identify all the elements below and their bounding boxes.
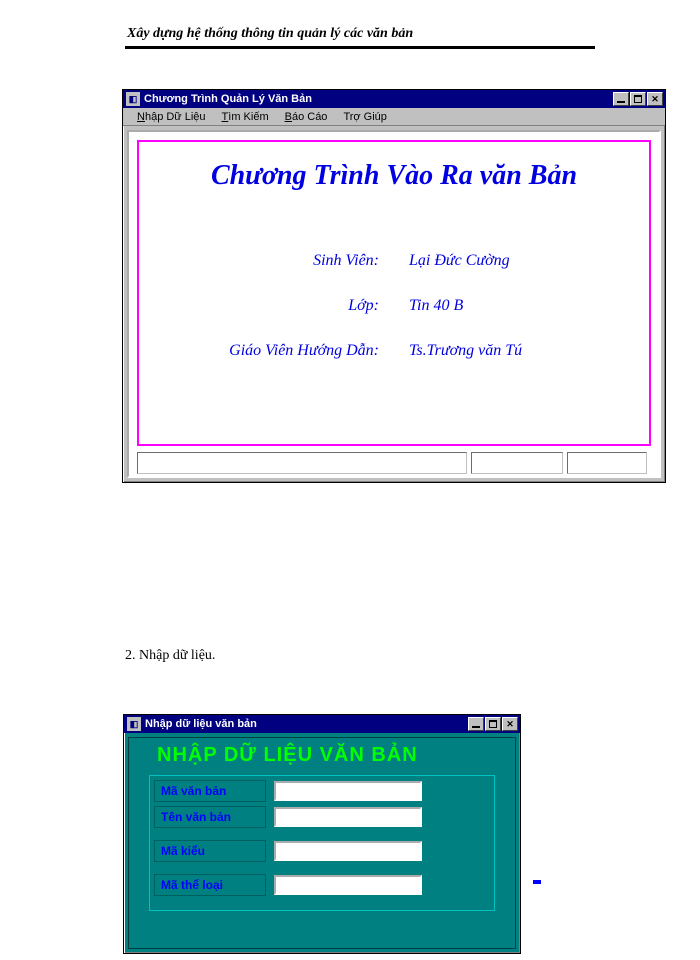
code-input[interactable]: [274, 781, 422, 801]
form-row-code: Mã văn bản: [150, 780, 494, 802]
menu-label: hập Dữ Liệu: [145, 111, 206, 123]
section-heading: 2. Nhập dữ liệu.: [125, 648, 215, 664]
window-title: Nhập dữ liệu văn bản: [145, 718, 467, 730]
student-value: Lại Đức Cường: [409, 252, 510, 270]
class-label: Lớp:: [179, 297, 379, 315]
student-label: Sinh Viên:: [179, 252, 379, 270]
name-input[interactable]: [274, 807, 422, 827]
app-icon: ◧: [127, 717, 141, 731]
type-input[interactable]: [274, 841, 422, 861]
category-input[interactable]: [274, 875, 422, 895]
menu-tim-kiem[interactable]: Tìm Kiếm: [214, 111, 277, 123]
client-area: Chương Trình Vào Ra văn Bản Sinh Viên: L…: [127, 130, 661, 478]
teacher-value: Ts.Trương văn Tú: [409, 342, 522, 360]
close-icon: ✕: [651, 94, 659, 105]
main-app-window: ◧ Chương Trình Quản Lý Văn Bản ✕ Nhập Dữ…: [122, 89, 666, 483]
form-row-name: Tên văn bản: [150, 806, 494, 828]
menu-label: ìm Kiếm: [228, 111, 268, 123]
menu-tro-giup[interactable]: Trợ Giúp: [335, 111, 394, 123]
status-segment-1: [137, 452, 467, 474]
type-label: Mã kiểu: [154, 840, 266, 862]
data-entry-window: ◧ Nhập dữ liệu văn bản ✕ NHẬP DỮ LIỆU VĂ…: [123, 714, 521, 954]
minimize-button[interactable]: [613, 92, 629, 106]
close-button[interactable]: ✕: [647, 92, 663, 106]
banner-title: Chương Trình Vào Ra văn Bản: [139, 160, 649, 192]
menu-label: Trợ Giúp: [343, 111, 386, 123]
menu-bao-cao[interactable]: Báo Cáo: [277, 111, 336, 123]
client-area: NHẬP DỮ LIỆU VĂN BẢN Mã văn bản Tên văn …: [128, 737, 516, 949]
minimize-icon: [472, 726, 480, 728]
form-heading: NHẬP DỮ LIỆU VĂN BẢN: [129, 738, 515, 771]
maximize-icon: [489, 720, 497, 728]
menu-label: áo Cáo: [292, 111, 327, 123]
maximize-button[interactable]: [630, 92, 646, 106]
class-value: Tin 40 B: [409, 297, 463, 315]
form-panel: Mã văn bản Tên văn bản Mã kiểu Mã thể lo…: [149, 775, 495, 911]
name-label: Tên văn bản: [154, 806, 266, 828]
app-icon: ◧: [126, 92, 140, 106]
window-title: Chương Trình Quản Lý Văn Bản: [144, 93, 612, 105]
code-label: Mã văn bản: [154, 780, 266, 802]
cursor-mark: [533, 880, 541, 884]
header-divider: [125, 46, 595, 49]
close-button[interactable]: ✕: [502, 717, 518, 731]
teacher-label: Giáo Viên Hướng Dẫn:: [179, 342, 379, 360]
menu-nhap-du-lieu[interactable]: Nhập Dữ Liệu: [129, 111, 214, 123]
titlebar: ◧ Chương Trình Quản Lý Văn Bản ✕: [123, 90, 665, 108]
titlebar: ◧ Nhập dữ liệu văn bản ✕: [124, 715, 520, 733]
document-header: Xây dựng hệ thống thông tin quản lý các …: [127, 26, 413, 42]
minimize-button[interactable]: [468, 717, 484, 731]
content-panel: Chương Trình Vào Ra văn Bản Sinh Viên: L…: [137, 140, 651, 446]
close-icon: ✕: [506, 719, 514, 730]
maximize-button[interactable]: [485, 717, 501, 731]
form-row-type: Mã kiểu: [150, 840, 494, 862]
category-label: Mã thể loại: [154, 874, 266, 896]
status-date: [567, 452, 647, 474]
status-time: [471, 452, 563, 474]
menubar: Nhập Dữ Liệu Tìm Kiếm Báo Cáo Trợ Giúp: [123, 108, 665, 126]
form-row-category: Mã thể loại: [150, 874, 494, 896]
minimize-icon: [617, 101, 625, 103]
maximize-icon: [634, 95, 642, 103]
